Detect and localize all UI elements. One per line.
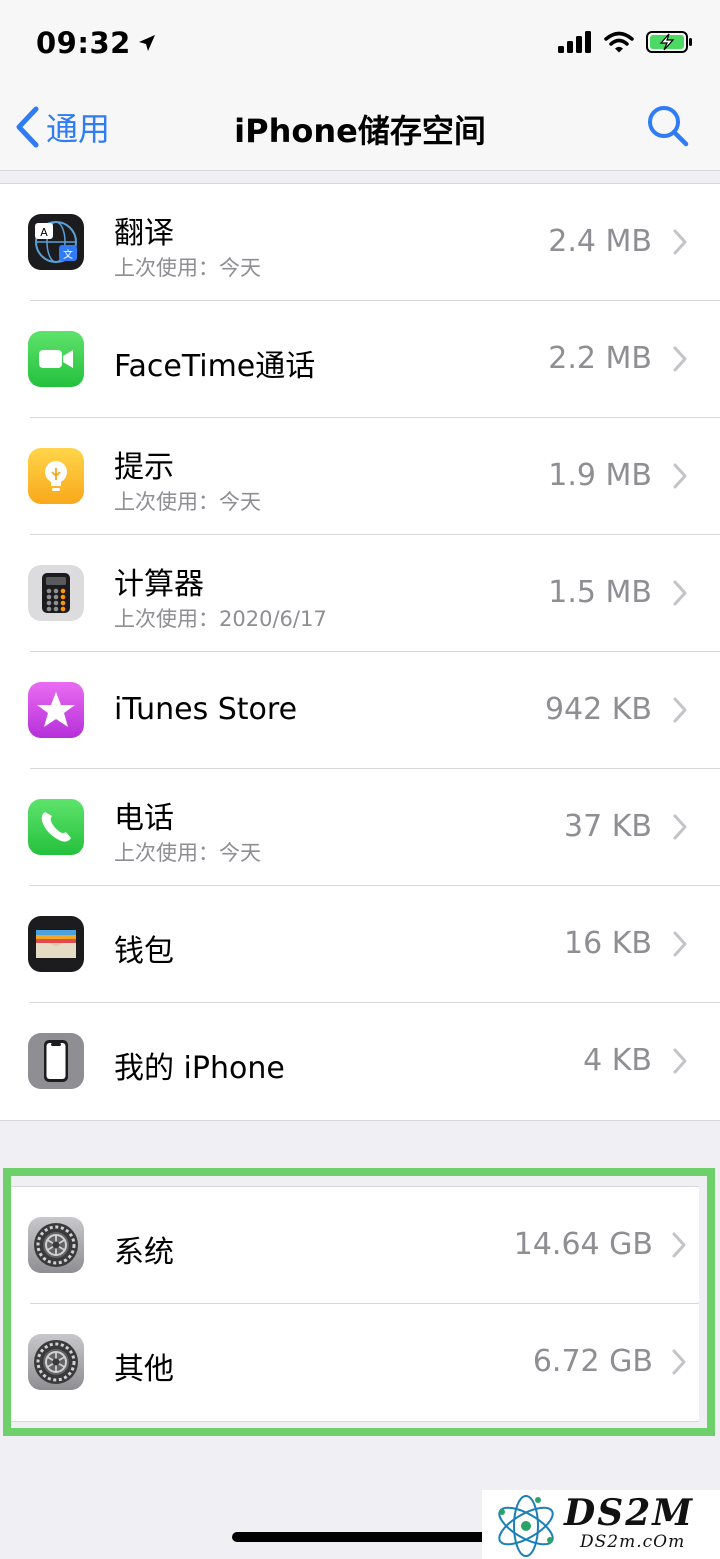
facetime-app-icon	[28, 331, 84, 387]
item-name: 系统	[114, 1235, 174, 1270]
wifi-icon	[604, 31, 634, 53]
status-time: 09:32	[36, 26, 157, 60]
clock: 09:32	[36, 26, 131, 60]
item-size: 14.64 GB	[513, 1227, 653, 1262]
list-item-calculator[interactable]: 计算器 上次使用：2020/6/17 1.5 MB	[0, 535, 720, 652]
status-icons	[558, 30, 694, 54]
app-size: 2.4 MB	[548, 224, 652, 259]
phone-app-icon	[28, 799, 84, 855]
home-indicator[interactable]	[232, 1532, 488, 1542]
app-size: 16 KB	[564, 926, 652, 961]
app-name: 提示	[114, 450, 174, 485]
app-name: iTunes Store	[114, 692, 298, 727]
chevron-right-icon	[673, 463, 687, 489]
chevron-right-icon	[673, 697, 687, 723]
search-icon	[648, 106, 689, 147]
settings-gear-icon	[28, 1217, 84, 1273]
atom-logo-icon	[498, 1495, 554, 1557]
last-used: 上次使用：今天	[114, 256, 261, 280]
item-name: 其他	[114, 1352, 174, 1387]
app-size: 2.2 MB	[548, 341, 652, 376]
itunes-store-app-icon	[28, 682, 84, 738]
settings-gear-icon	[28, 1334, 84, 1390]
chevron-right-icon	[672, 1232, 686, 1258]
list-item-system[interactable]: 系统 14.64 GB	[11, 1187, 699, 1304]
app-size: 942 KB	[544, 692, 652, 727]
list-item-tips[interactable]: 提示 上次使用：今天 1.9 MB	[0, 418, 720, 535]
wallet-app-icon	[28, 916, 84, 972]
search-button[interactable]	[646, 104, 690, 152]
list-item-itunes-store[interactable]: iTunes Store 942 KB	[0, 652, 720, 769]
list-item-facetime[interactable]: FaceTime通话 2.2 MB	[0, 301, 720, 418]
list-item-wallet[interactable]: 钱包 16 KB	[0, 886, 720, 1003]
list-item-my-iphone[interactable]: 我的 iPhone 4 KB	[0, 1003, 720, 1120]
list-item-phone[interactable]: 电话 上次使用：今天 37 KB	[0, 769, 720, 886]
list-item-translate[interactable]: A 文 翻译 上次使用：今天 2.4 MB	[0, 184, 720, 301]
app-size: 4 KB	[583, 1043, 652, 1078]
last-used: 上次使用：今天	[114, 841, 261, 865]
cellular-signal-icon	[558, 31, 591, 53]
app-size: 1.5 MB	[548, 575, 652, 610]
top-bar: 09:32 通用 iPhone储存空间	[0, 0, 720, 171]
chevron-right-icon	[673, 346, 687, 372]
app-name: 电话	[114, 801, 174, 836]
system-storage-list: 系统 14.64 GB 其他 6.72 GB	[11, 1186, 699, 1422]
translate-app-icon: A 文	[28, 214, 84, 270]
tips-app-icon	[28, 448, 84, 504]
watermark-site: DS2m.cOm	[580, 1532, 686, 1552]
chevron-right-icon	[673, 229, 687, 255]
app-name: 翻译	[114, 216, 174, 251]
item-size: 6.72 GB	[532, 1344, 653, 1379]
chevron-right-icon	[672, 1349, 686, 1375]
app-size: 37 KB	[564, 809, 652, 844]
app-name: 我的 iPhone	[114, 1051, 285, 1086]
location-arrow-icon	[138, 35, 155, 51]
chevron-right-icon	[673, 814, 687, 840]
app-name: 计算器	[114, 567, 204, 602]
app-storage-list: A 文 翻译 上次使用：今天 2.4 MB FaceTime通话 2.2 MB	[0, 183, 720, 1121]
battery-charging-icon	[646, 31, 692, 53]
list-item-other[interactable]: 其他 6.72 GB	[11, 1304, 699, 1421]
iphone-device-icon	[28, 1033, 84, 1089]
last-used: 上次使用：2020/6/17	[114, 607, 327, 631]
app-size: 1.9 MB	[548, 458, 652, 493]
last-used: 上次使用：今天	[114, 490, 261, 514]
watermark: DS2M DS2m.cOm	[482, 1490, 720, 1559]
app-name: 钱包	[114, 934, 174, 969]
chevron-right-icon	[673, 1048, 687, 1074]
svg-text:文: 文	[63, 248, 73, 261]
chevron-right-icon	[673, 580, 687, 606]
watermark-brand: DS2M	[564, 1492, 695, 1534]
app-name: FaceTime通话	[114, 349, 316, 384]
chevron-right-icon	[673, 931, 687, 957]
page-title: iPhone储存空间	[234, 112, 486, 150]
calculator-app-icon	[28, 565, 84, 621]
svg-text:A: A	[40, 226, 48, 239]
